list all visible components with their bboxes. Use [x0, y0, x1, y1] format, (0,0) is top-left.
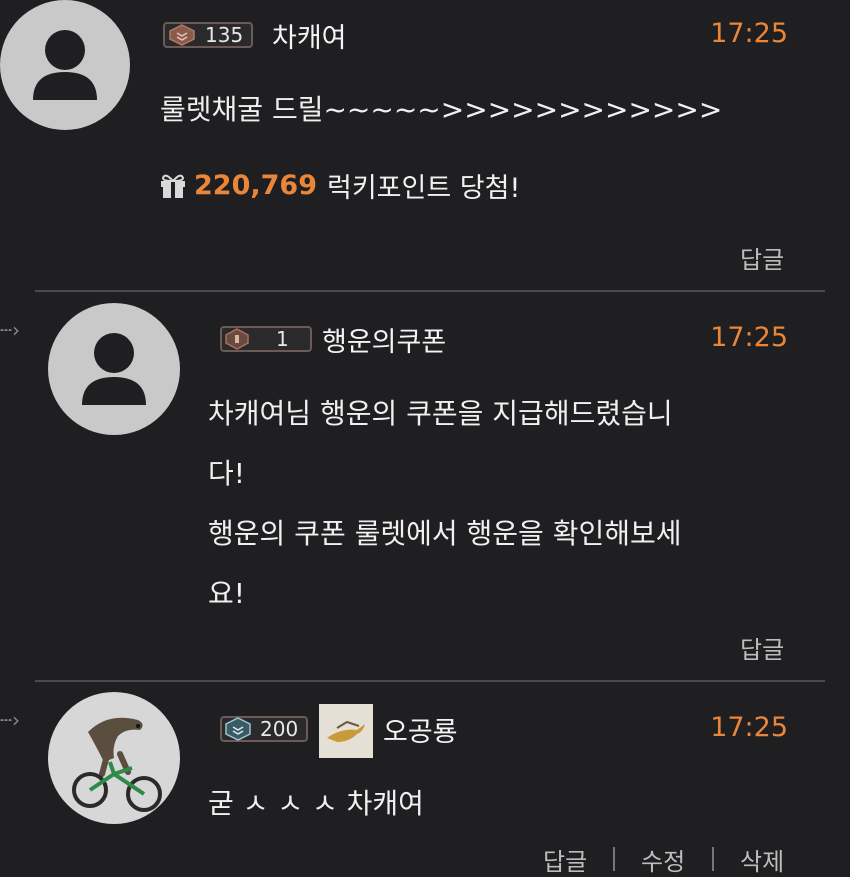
- dinosaur-emblem-icon: [319, 704, 373, 758]
- comment-text: 행운의 쿠폰 룰렛에서 행운을 확인해보세: [208, 517, 682, 550]
- comment-text: 굳 ㅅ ㅅ ㅅ 차캐여: [208, 787, 424, 820]
- dinosaur-bike-avatar-icon: [72, 717, 162, 812]
- divider: [35, 290, 825, 292]
- user-silhouette-icon: [33, 30, 97, 100]
- level-number: 200: [260, 717, 299, 741]
- comment-text: 요!: [208, 577, 245, 610]
- reply-arrow-icon: ┄›: [0, 318, 21, 342]
- level-badge: 200: [220, 716, 309, 742]
- level-badge: 1: [220, 326, 312, 352]
- comment-author[interactable]: 오공룡: [383, 710, 458, 749]
- level-rank-icon: [225, 717, 251, 741]
- user-silhouette-icon: [82, 333, 146, 405]
- comment-text: 차캐여님 행운의 쿠폰을 지급해드렸습니: [208, 397, 673, 430]
- comment-time: 17:25: [710, 712, 788, 743]
- level-number: 135: [205, 23, 244, 47]
- avatar: [48, 692, 180, 824]
- comment-text: 룰렛채굴 드릴~~~~~>>>>>>>>>>>>: [160, 93, 723, 126]
- comment-text: 다!: [208, 457, 245, 490]
- level-rank-icon: [225, 328, 249, 350]
- action-separator: [712, 847, 714, 871]
- reply-button[interactable]: 답글: [740, 630, 784, 665]
- level-number: 1: [276, 327, 289, 351]
- comment-author[interactable]: 차캐여: [272, 16, 347, 55]
- avatar: [48, 303, 180, 435]
- reward-text: 럭키포인트 당첨!: [326, 173, 521, 204]
- gift-icon: [161, 174, 185, 198]
- comment-time: 17:25: [710, 18, 788, 49]
- reply-arrow-icon: ┄›: [0, 708, 21, 732]
- reply-button[interactable]: 답글: [740, 240, 784, 275]
- comment-time: 17:25: [710, 322, 788, 353]
- divider: [35, 680, 825, 682]
- action-separator: [613, 847, 615, 871]
- level-rank-icon: [169, 24, 195, 46]
- level-badge: 135: [163, 22, 254, 48]
- avatar: [0, 0, 130, 130]
- reward-amount: 220,769: [194, 170, 317, 201]
- reward-line: 220,769 럭키포인트 당첨!: [158, 166, 520, 205]
- comment-author[interactable]: 행운의쿠폰: [322, 320, 446, 359]
